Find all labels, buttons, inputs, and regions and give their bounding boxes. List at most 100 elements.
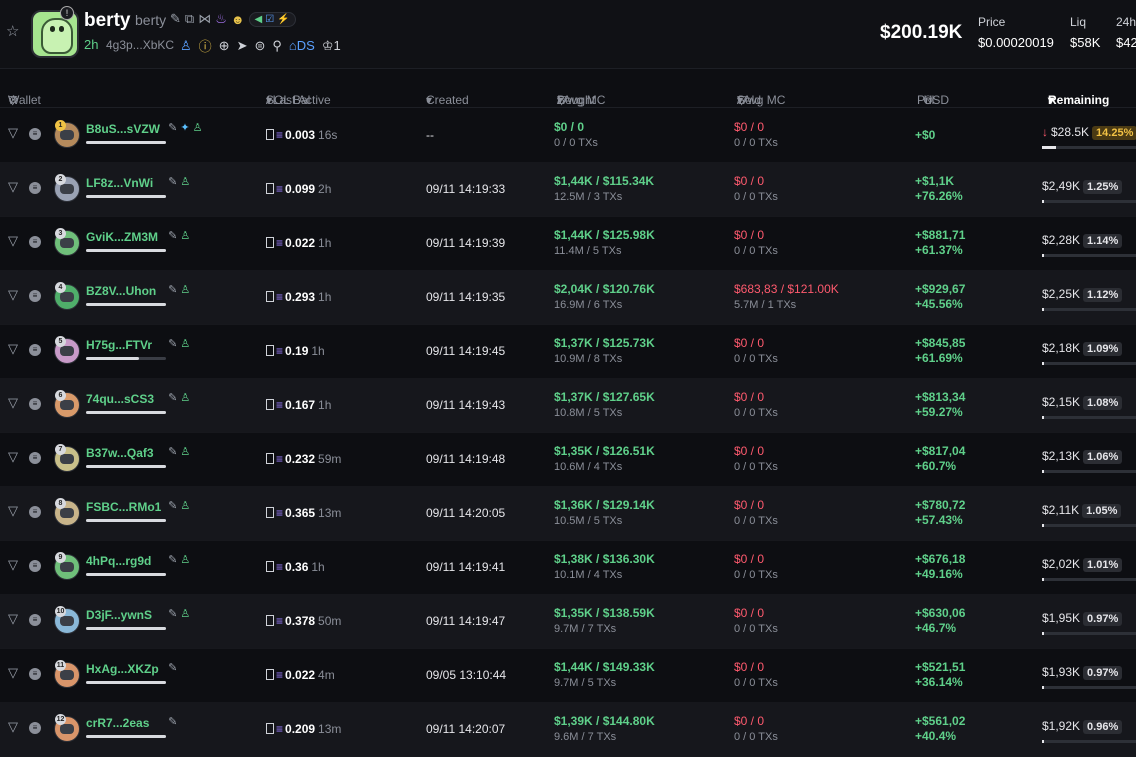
user-add-icon[interactable]: ♙ xyxy=(180,500,190,512)
holders-link[interactable]: ♔1 xyxy=(322,38,341,54)
menu-icon[interactable]: ≡ xyxy=(29,668,41,680)
filter-icon[interactable]: ▽ xyxy=(8,504,20,517)
wallet-address[interactable]: 74qu...sCS3 xyxy=(86,392,154,406)
edit-icon[interactable]: ✎ xyxy=(168,554,177,566)
flame-icon[interactable]: ♨ xyxy=(215,11,227,27)
filter-icon[interactable]: ▽ xyxy=(8,180,20,193)
user-add-icon[interactable]: ♙ xyxy=(180,338,190,350)
filter-icon[interactable]: ▽ xyxy=(8,93,17,107)
wallet-address[interactable]: B8uS...sVZW xyxy=(86,122,160,136)
user-add-icon[interactable]: ♙ xyxy=(180,608,190,620)
info-icon[interactable]: ! xyxy=(60,6,74,20)
sol-balance: ≡ 0.167 1h xyxy=(266,398,331,412)
remaining-bar xyxy=(1042,308,1136,311)
menu-icon[interactable]: ≡ xyxy=(29,182,41,194)
table-row[interactable]: ▽ ≡ 1 B8uS...sVZW ✎ ✦ ♙ ≡ 0.003 16s -- $0 … xyxy=(0,108,1136,163)
menu-icon[interactable]: ≡ xyxy=(29,290,41,302)
table-row[interactable]: ▽ ≡ 11 HxAg...XKZp ✎ ≡ 0.022 4m 09/05 13:1… xyxy=(0,648,1136,703)
edit-icon[interactable]: ✎ xyxy=(168,230,177,242)
menu-icon[interactable]: ≡ xyxy=(29,398,41,410)
pnl-column-header[interactable]: Pnl USD ® xyxy=(917,81,949,107)
filter-icon[interactable]: ▽ xyxy=(557,93,566,107)
filter-icon[interactable]: ▽ xyxy=(8,288,20,301)
filter-icon[interactable]: ▽ xyxy=(8,396,20,409)
wallet-address[interactable]: 4hPq...rg9d xyxy=(86,554,151,568)
filter-icon[interactable]: ▽ xyxy=(737,93,746,107)
table-row[interactable]: ▽ ≡ 10 D3jF...ywnS ✎ ♙ ≡ 0.378 50m 09/11 1… xyxy=(0,594,1136,649)
wallet-address[interactable]: HxAg...XKZp xyxy=(86,662,159,676)
badges[interactable]: ◀ ☑ ⚡ xyxy=(248,11,296,27)
user-add-icon[interactable]: ♙ xyxy=(193,122,203,134)
filter-icon[interactable]: ▽ xyxy=(8,612,20,625)
edit-icon[interactable]: ✎ xyxy=(168,284,177,296)
table-row[interactable]: ▽ ≡ 5 H75g...FTVr ✎ ♙ ≡ 0.19 1h 09/11 14:1… xyxy=(0,324,1136,379)
edit-icon[interactable]: ✎ xyxy=(168,338,177,350)
wallet-address[interactable]: B37w...Qaf3 xyxy=(86,446,154,460)
menu-icon[interactable]: ≡ xyxy=(29,128,41,140)
edit-icon[interactable]: ✎ xyxy=(168,716,177,728)
user-add-icon[interactable]: ♙ xyxy=(180,446,190,458)
users-icon[interactable]: ☻ xyxy=(231,12,245,27)
sold-cell: $0 / 0 0 / 0 TXs xyxy=(734,714,778,743)
edit-icon[interactable]: ✎ xyxy=(168,446,177,458)
wallet-icon xyxy=(266,453,274,464)
filter-icon[interactable]: ▽ xyxy=(8,558,20,571)
table-row[interactable]: ▽ ≡ 7 B37w...Qaf3 ✎ ♙ ≡ 0.232 59m 09/11 14… xyxy=(0,432,1136,487)
user-add-icon[interactable]: ♙ xyxy=(180,176,190,188)
table-row[interactable]: ▽ ≡ 4 BZ8V...Uhon ✎ ♙ ≡ 0.293 1h 09/11 14:… xyxy=(0,270,1136,325)
telegram-icon[interactable]: ➤ xyxy=(237,38,248,54)
user-add-icon[interactable]: ♙ xyxy=(180,392,190,404)
filter-icon[interactable]: ▽ xyxy=(8,234,20,247)
menu-icon[interactable]: ≡ xyxy=(29,722,41,734)
wallet-address[interactable]: BZ8V...Uhon xyxy=(86,284,156,298)
filter-icon[interactable]: ▽ xyxy=(8,342,20,355)
star-icon[interactable]: ☆ xyxy=(6,24,22,40)
user-add-icon[interactable]: ♙ xyxy=(180,284,190,296)
edit-icon[interactable]: ✎ xyxy=(168,176,177,188)
table-row[interactable]: ▽ ≡ 2 LF8z...VnWi ✎ ♙ ≡ 0.099 2h 09/11 14:… xyxy=(0,162,1136,217)
table-row[interactable]: ▽ ≡ 6 74qu...sCS3 ✎ ♙ ≡ 0.167 1h 09/11 14:… xyxy=(0,378,1136,433)
wallet-icon xyxy=(266,345,274,356)
edit-icon[interactable]: ✎ xyxy=(168,500,177,512)
filter-icon[interactable]: ▽ xyxy=(8,126,20,139)
list-icon[interactable]: ⊜ xyxy=(254,38,265,54)
menu-icon[interactable]: ≡ xyxy=(29,344,41,356)
table-row[interactable]: ▽ ≡ 3 GviK...ZM3M ✎ ♙ ≡ 0.022 1h 09/11 14:… xyxy=(0,216,1136,271)
search-icon[interactable]: ⚲ xyxy=(272,38,282,54)
table-row[interactable]: ▽ ≡ 9 4hPq...rg9d ✎ ♙ ≡ 0.36 1h 09/11 14:1… xyxy=(0,540,1136,595)
wallet-avatar-art xyxy=(60,454,74,464)
remaining-percent: 1.06% xyxy=(1083,450,1123,464)
wallet-address[interactable]: FSBC...RMo1 xyxy=(86,500,161,514)
share-icon[interactable]: ⋈ xyxy=(198,11,211,27)
wallet-address[interactable]: H75g...FTVr xyxy=(86,338,152,352)
user-add-icon[interactable]: ♙ xyxy=(180,554,190,566)
menu-icon[interactable]: ≡ xyxy=(29,236,41,248)
warning-icon[interactable]: ⓘ xyxy=(199,36,212,55)
table-row[interactable]: ▽ ≡ 8 FSBC...RMo1 ✎ ♙ ≡ 0.365 13m 09/11 14… xyxy=(0,486,1136,541)
currency-icon[interactable]: ® xyxy=(924,93,933,107)
token-address[interactable]: 4g3p...XbKC xyxy=(106,38,174,52)
filter-icon[interactable]: ▽ xyxy=(8,666,20,679)
edit-icon[interactable]: ✎ xyxy=(168,608,177,620)
copy-icon[interactable]: ⧉ xyxy=(185,11,194,27)
wallet-address[interactable]: LF8z...VnWi xyxy=(86,176,153,190)
ds-link[interactable]: ⌂DS xyxy=(289,38,315,53)
wallet-address[interactable]: GviK...ZM3M xyxy=(86,230,158,244)
user-icon[interactable]: ♙ xyxy=(180,38,192,54)
menu-icon[interactable]: ≡ xyxy=(29,560,41,572)
pnl-cell: +$813,34 +59.27% xyxy=(915,390,965,420)
edit-icon[interactable]: ✎ xyxy=(170,11,181,27)
edit-icon[interactable]: ✎ xyxy=(168,392,177,404)
globe-icon[interactable]: ⊕ xyxy=(219,38,230,54)
menu-icon[interactable]: ≡ xyxy=(29,614,41,626)
edit-icon[interactable]: ✎ xyxy=(168,122,177,134)
menu-icon[interactable]: ≡ xyxy=(29,452,41,464)
edit-icon[interactable]: ✎ xyxy=(168,662,177,674)
filter-icon[interactable]: ▽ xyxy=(8,450,20,463)
menu-icon[interactable]: ≡ xyxy=(29,506,41,518)
user-add-icon[interactable]: ♙ xyxy=(180,230,190,242)
table-row[interactable]: ▽ ≡ 12 crR7...2eas ✎ ≡ 0.209 13m 09/11 14:… xyxy=(0,702,1136,757)
filter-icon[interactable]: ▽ xyxy=(8,720,20,733)
wallet-address[interactable]: crR7...2eas xyxy=(86,716,149,730)
wallet-address[interactable]: D3jF...ywnS xyxy=(86,608,152,622)
